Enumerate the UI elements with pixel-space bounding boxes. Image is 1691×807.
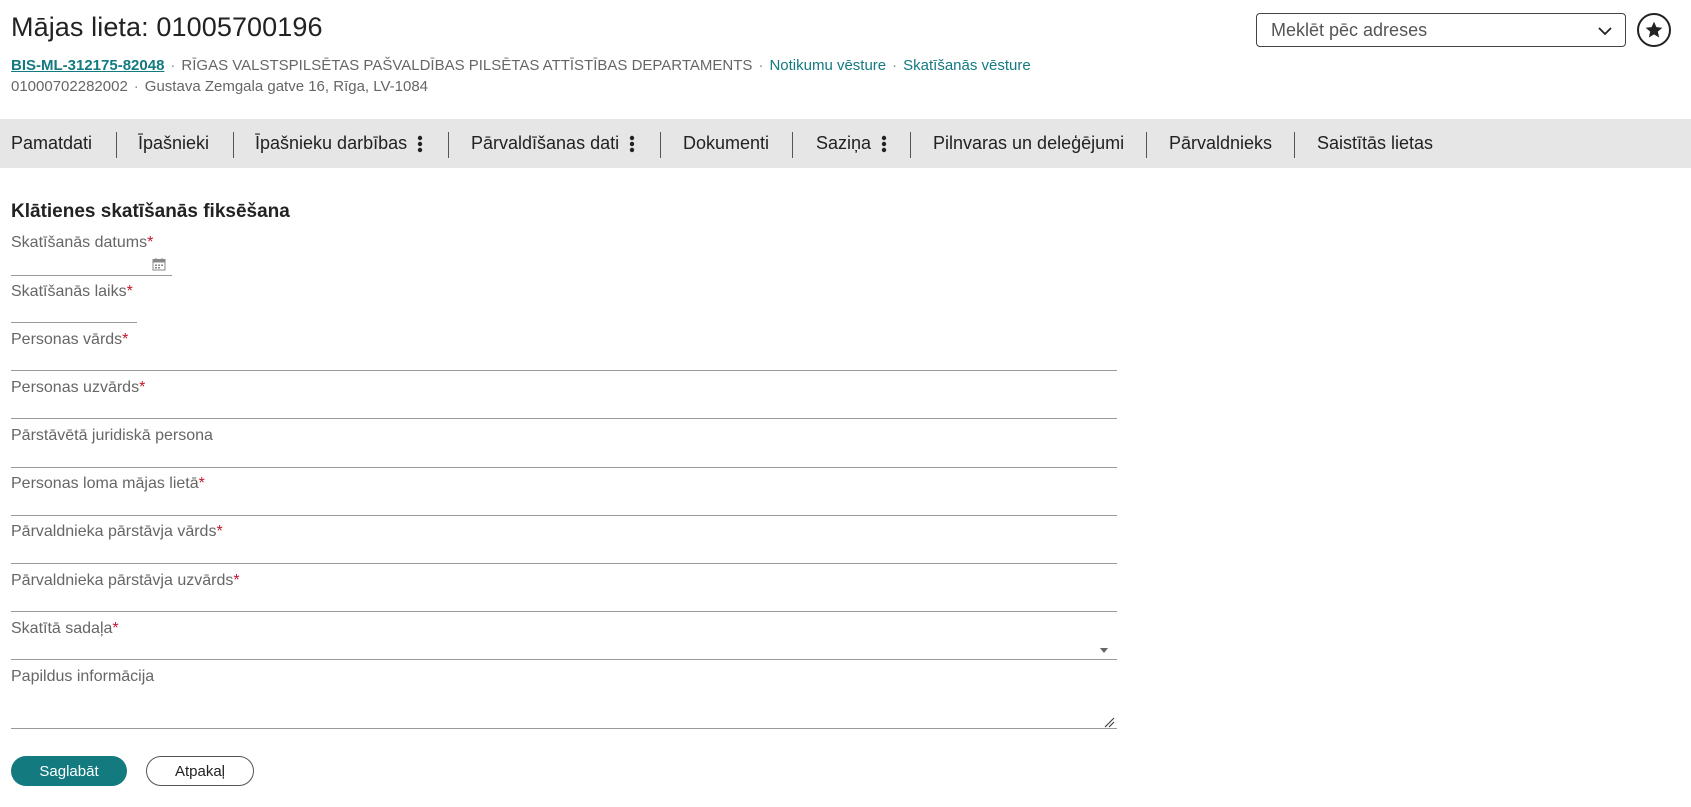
field-underline <box>11 659 1117 660</box>
field-label-person-first-name: Personas vārds* <box>11 331 129 348</box>
separator: · <box>133 78 139 95</box>
viewing-date-input[interactable] <box>11 254 151 276</box>
field-underline <box>11 322 137 323</box>
tab-dokumenti[interactable]: Dokumenti <box>683 119 769 168</box>
separator: · <box>758 57 764 74</box>
tab-label: Pilnvaras un deleģējumi <box>933 133 1125 153</box>
tab-divider <box>660 132 661 158</box>
required-marker: * <box>122 331 129 348</box>
favorite-button[interactable] <box>1637 13 1671 47</box>
case-meta-line: BIS-ML-312175-82048 · RĪGAS VALSTSPILSĒTAS… <box>11 57 1031 74</box>
page-title: Mājas lieta: 01005700196 <box>11 12 323 42</box>
tab-sazina[interactable]: Saziņa <box>816 119 887 168</box>
address-search-input[interactable] <box>1257 14 1577 46</box>
viewed-section-select[interactable] <box>11 637 1117 659</box>
tab-label: Pamatdati <box>11 133 93 153</box>
tab-divider <box>233 132 234 158</box>
field-label-viewing-time: Skatīšanās laiks* <box>11 283 133 300</box>
tab-divider <box>792 132 793 158</box>
required-marker: * <box>233 572 240 589</box>
form-title: Klātienes skatīšanās fiksēšana <box>11 201 290 222</box>
tab-label: Īpašnieku darbības <box>255 133 408 153</box>
required-marker: * <box>126 283 133 300</box>
required-marker: * <box>198 475 205 492</box>
more-vertical-icon[interactable] <box>881 134 887 154</box>
tab-parvaldisanas-dati[interactable]: Pārvaldīšanas dati <box>471 119 635 168</box>
tab-label: Pārvaldīšanas dati <box>471 133 620 153</box>
caret-down-icon[interactable] <box>1100 648 1108 653</box>
tab-label: Īpašnieki <box>138 133 210 153</box>
separator: · <box>892 57 898 74</box>
tab-bar: Pamatdati Īpašnieki Īpašnieku darbības P… <box>0 119 1691 168</box>
field-label-additional-info: Papildus informācija <box>11 668 155 685</box>
department-name: RĪGAS VALSTSPILSĒTAS PAŠVALDĪBAS PILSĒTA… <box>181 57 753 74</box>
field-underline <box>11 611 1117 612</box>
address-text: Gustava Zemgala gatve 16, Rīga, LV-1084 <box>144 78 429 95</box>
required-marker: * <box>216 523 223 540</box>
manager-rep-last-name-input[interactable] <box>11 589 1117 611</box>
tab-divider <box>1146 132 1147 158</box>
tab-ipasnieki[interactable]: Īpašnieki <box>138 119 209 168</box>
tab-label: Dokumenti <box>683 133 770 153</box>
tab-label: Saziņa <box>816 133 872 153</box>
resize-handle-icon[interactable] <box>1103 716 1115 728</box>
required-marker: * <box>147 234 154 251</box>
field-underline <box>11 515 1117 516</box>
calendar-icon[interactable] <box>152 257 166 271</box>
represented-legal-entity-input[interactable] <box>11 445 1117 467</box>
event-history-link[interactable]: Notikumu vēsture <box>769 57 886 74</box>
field-label-viewed-section: Skatītā sadaļa* <box>11 620 119 637</box>
tab-divider <box>910 132 911 158</box>
star-icon <box>1645 21 1663 38</box>
separator: · <box>170 57 176 74</box>
tab-pilnvaras-un-delegejumi[interactable]: Pilnvaras un deleģējumi <box>933 119 1124 168</box>
field-underline <box>11 370 1117 371</box>
field-label-person-role: Personas loma mājas lietā* <box>11 475 205 492</box>
tab-divider <box>116 132 117 158</box>
more-vertical-icon[interactable] <box>629 134 635 154</box>
required-marker: * <box>139 379 146 396</box>
manager-rep-first-name-input[interactable] <box>11 540 1117 562</box>
chevron-down-icon[interactable] <box>1597 23 1613 39</box>
field-label-manager-rep-first-name: Pārvaldnieka pārstāvja vārds* <box>11 523 223 540</box>
required-marker: * <box>112 620 119 637</box>
address-search-dropdown[interactable] <box>1256 13 1626 47</box>
field-underline <box>11 467 1117 468</box>
tab-label: Saistītās lietas <box>1317 133 1434 153</box>
more-vertical-icon[interactable] <box>417 134 423 154</box>
field-label-represented-legal-entity: Pārstāvētā juridiskā persona <box>11 427 213 444</box>
person-role-input[interactable] <box>11 493 1117 515</box>
cadastre-number: 01000702282002 <box>11 78 128 95</box>
person-first-name-input[interactable] <box>11 348 1117 370</box>
field-underline <box>11 275 172 276</box>
tab-saistitas-lietas[interactable]: Saistītās lietas <box>1317 119 1433 168</box>
tab-ipasnieku-darbibas[interactable]: Īpašnieku darbības <box>255 119 423 168</box>
additional-info-textarea[interactable] <box>11 686 1117 728</box>
save-button[interactable]: Saglabāt <box>11 756 127 786</box>
tab-label: Pārvaldnieks <box>1169 133 1273 153</box>
field-label-manager-rep-last-name: Pārvaldnieka pārstāvja uzvārds* <box>11 572 240 589</box>
person-last-name-input[interactable] <box>11 396 1117 418</box>
tab-pamatdati[interactable]: Pamatdati <box>11 119 92 168</box>
field-underline <box>11 418 1117 419</box>
field-label-person-last-name: Personas uzvārds* <box>11 379 146 396</box>
tab-divider <box>448 132 449 158</box>
tab-divider <box>1294 132 1295 158</box>
field-label-viewing-date: Skatīšanās datums* <box>11 234 154 251</box>
field-underline <box>11 563 1117 564</box>
viewing-time-input[interactable] <box>11 300 137 322</box>
field-underline <box>11 728 1117 729</box>
case-id-link[interactable]: BIS-ML-312175-82048 <box>11 57 164 74</box>
address-meta-line: 01000702282002 · Gustava Zemgala gatve 16,… <box>11 78 428 95</box>
tab-parvaldnieks[interactable]: Pārvaldnieks <box>1169 119 1272 168</box>
back-button[interactable]: Atpakaļ <box>146 756 254 786</box>
view-history-link[interactable]: Skatīšanās vēsture <box>903 57 1031 74</box>
